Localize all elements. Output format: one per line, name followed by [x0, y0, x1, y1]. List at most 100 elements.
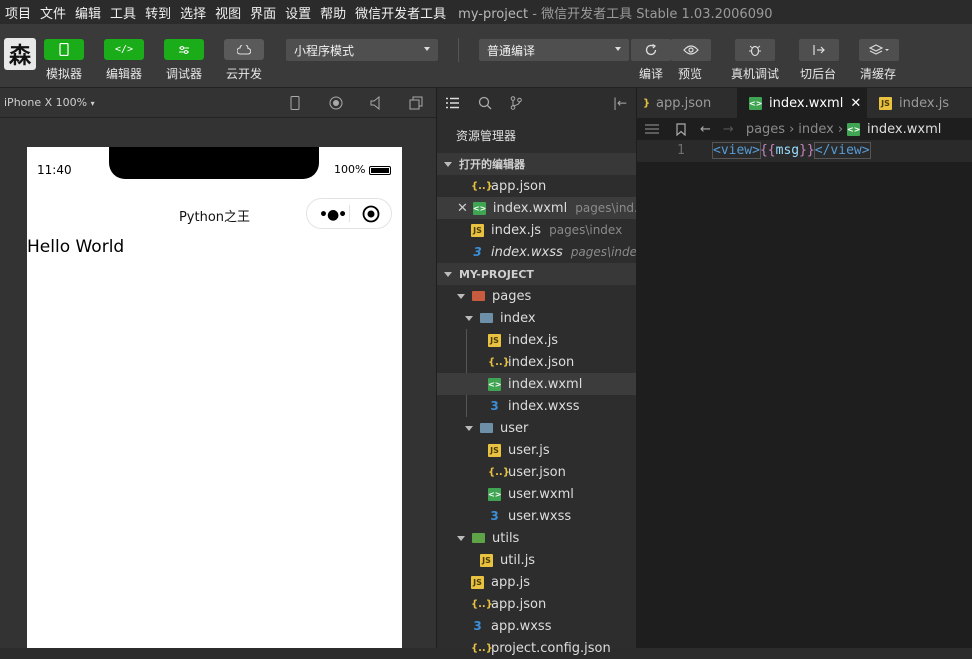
- open-editors-header[interactable]: 打开的编辑器: [437, 153, 636, 175]
- phone-screen[interactable]: 11:40 100% Python之王 •●• Hello World: [27, 147, 402, 648]
- list-item[interactable]: ✕<>index.wxmlpages\ind...: [437, 197, 636, 219]
- close-icon[interactable]: ✕: [457, 201, 468, 216]
- page-content-text: Hello World: [27, 237, 125, 257]
- list-item[interactable]: {..} app.json: [437, 593, 636, 615]
- list-item[interactable]: 3 user.wxss: [437, 505, 636, 527]
- code-line[interactable]: <view>{{msg}}</view>: [712, 142, 871, 159]
- menu-interface[interactable]: 界面: [245, 3, 280, 22]
- menu-edit[interactable]: 编辑: [70, 3, 105, 22]
- list-item[interactable]: <> user.wxml: [437, 483, 636, 505]
- menu-wechat-devtools[interactable]: 微信开发者工具: [350, 3, 450, 22]
- list-item[interactable]: {..} index.json: [437, 351, 636, 373]
- file-explorer: 资源管理器 打开的编辑器 {..} app.json ✕ <> index.wxml p…: [437, 88, 636, 656]
- new-window-icon[interactable]: [409, 96, 423, 110]
- json-file-icon: }: [642, 97, 651, 109]
- menu-help[interactable]: 帮助: [315, 3, 350, 22]
- background-button[interactable]: [799, 39, 839, 61]
- menu-select[interactable]: 选择: [175, 3, 210, 22]
- list-item[interactable]: {..} project.config.json: [437, 637, 636, 659]
- folder-index[interactable]: index: [437, 307, 636, 329]
- wxml-file-icon: <>: [847, 122, 861, 136]
- chevron-down-icon: [424, 47, 430, 51]
- more-icon[interactable]: •●•: [319, 207, 347, 223]
- status-time: 11:40: [37, 163, 72, 177]
- mode-select-value: 小程序模式: [294, 43, 355, 58]
- debugger-button[interactable]: [164, 39, 204, 60]
- list-item[interactable]: JS app.js: [437, 571, 636, 593]
- menu-file[interactable]: 文件: [35, 3, 70, 22]
- simulator-button[interactable]: [44, 39, 84, 60]
- cloud-button[interactable]: [224, 39, 264, 60]
- wxss-file-icon: 3: [490, 508, 499, 523]
- preview-button[interactable]: [671, 39, 711, 61]
- json-file-icon: {..}: [471, 642, 493, 654]
- breadcrumb: ← → pages › index › <> index.wxml: [637, 118, 972, 140]
- list-item[interactable]: 3index.wxsspages\index: [437, 241, 636, 263]
- status-battery: 100%: [334, 163, 366, 176]
- chevron-down-icon: ▾: [90, 99, 95, 108]
- list-icon[interactable]: [446, 97, 459, 109]
- breadcrumb-item[interactable]: index: [798, 122, 834, 137]
- tab-index-wxml[interactable]: <> index.wxml ✕: [737, 88, 867, 118]
- capsule-menu: •●•: [306, 198, 392, 229]
- phone-icon[interactable]: [290, 96, 300, 110]
- simulator-label: 模拟器: [46, 67, 83, 81]
- volume-icon[interactable]: [370, 96, 382, 110]
- folder-user[interactable]: user: [437, 417, 636, 439]
- record-icon[interactable]: [329, 96, 343, 110]
- editor-label: 编辑器: [106, 67, 143, 81]
- menu-tools[interactable]: 工具: [105, 3, 140, 22]
- mode-select[interactable]: 小程序模式: [286, 39, 438, 61]
- wxss-file-icon: 3: [473, 618, 482, 633]
- divider: [458, 38, 459, 62]
- list-item[interactable]: 3 app.wxss: [437, 615, 636, 637]
- search-icon[interactable]: [478, 96, 492, 110]
- list-item[interactable]: {..} user.json: [437, 461, 636, 483]
- bookmark-icon[interactable]: [676, 122, 686, 136]
- editor-button[interactable]: </>: [104, 39, 144, 60]
- tab-app-json[interactable]: } app.json: [637, 88, 737, 118]
- preview-label: 预览: [678, 67, 703, 81]
- forward-arrow-icon[interactable]: →: [723, 122, 734, 137]
- menu-view[interactable]: 视图: [210, 3, 245, 22]
- code-open-tag: <view>: [712, 142, 761, 159]
- js-file-icon: JS: [471, 575, 484, 589]
- compile-button[interactable]: [631, 39, 671, 61]
- avatar[interactable]: 森: [4, 38, 36, 70]
- split-icon[interactable]: |←: [613, 96, 627, 110]
- clear-cache-button[interactable]: [859, 39, 899, 61]
- compile-select[interactable]: 普通编译: [479, 39, 629, 61]
- chevron-down-icon: [615, 47, 621, 51]
- project-header[interactable]: MY-PROJECT: [437, 263, 636, 285]
- wxss-file-icon: 3: [490, 398, 499, 413]
- back-arrow-icon[interactable]: ←: [700, 122, 711, 137]
- menu-bar: 项目 文件 编辑 工具 转到 选择 视图 界面 设置 帮助 微信开发者工具 my…: [0, 0, 972, 24]
- list-item[interactable]: JS index.js: [437, 329, 636, 351]
- list-item[interactable]: <> index.wxml: [437, 373, 636, 395]
- breadcrumb-item[interactable]: index.wxml: [867, 122, 941, 137]
- code-area[interactable]: 1 <view>{{msg}}</view>: [637, 140, 972, 648]
- real-device-debug-button[interactable]: [735, 39, 775, 61]
- list-item[interactable]: {..} app.json: [437, 175, 636, 197]
- menu-settings[interactable]: 设置: [280, 3, 315, 22]
- wxml-file-icon: <>: [472, 201, 487, 215]
- list-item[interactable]: JS index.js pages\index: [437, 219, 636, 241]
- code-editor: |← } app.json <> index.wxml ✕ JS index.js ← …: [613, 88, 972, 648]
- js-file-icon: JS: [480, 553, 493, 567]
- list-item[interactable]: JS user.js: [437, 439, 636, 461]
- device-select[interactable]: iPhone X 100% ▾: [4, 96, 95, 109]
- folder-pages[interactable]: pages: [437, 285, 636, 307]
- menu-project[interactable]: 项目: [0, 3, 35, 22]
- list-icon[interactable]: [645, 124, 659, 134]
- list-item[interactable]: 3 index.wxss: [437, 395, 636, 417]
- tab-index-js[interactable]: JS index.js: [867, 88, 972, 118]
- branch-icon[interactable]: [510, 96, 522, 110]
- phone-icon: [59, 43, 69, 56]
- list-item[interactable]: JS util.js: [437, 549, 636, 571]
- breadcrumb-item[interactable]: pages: [746, 122, 785, 137]
- close-icon[interactable]: ✕: [850, 96, 861, 111]
- menu-goto[interactable]: 转到: [140, 3, 175, 22]
- close-target-icon[interactable]: [362, 205, 380, 223]
- folder-icon: [472, 533, 485, 543]
- folder-utils[interactable]: utils: [437, 527, 636, 549]
